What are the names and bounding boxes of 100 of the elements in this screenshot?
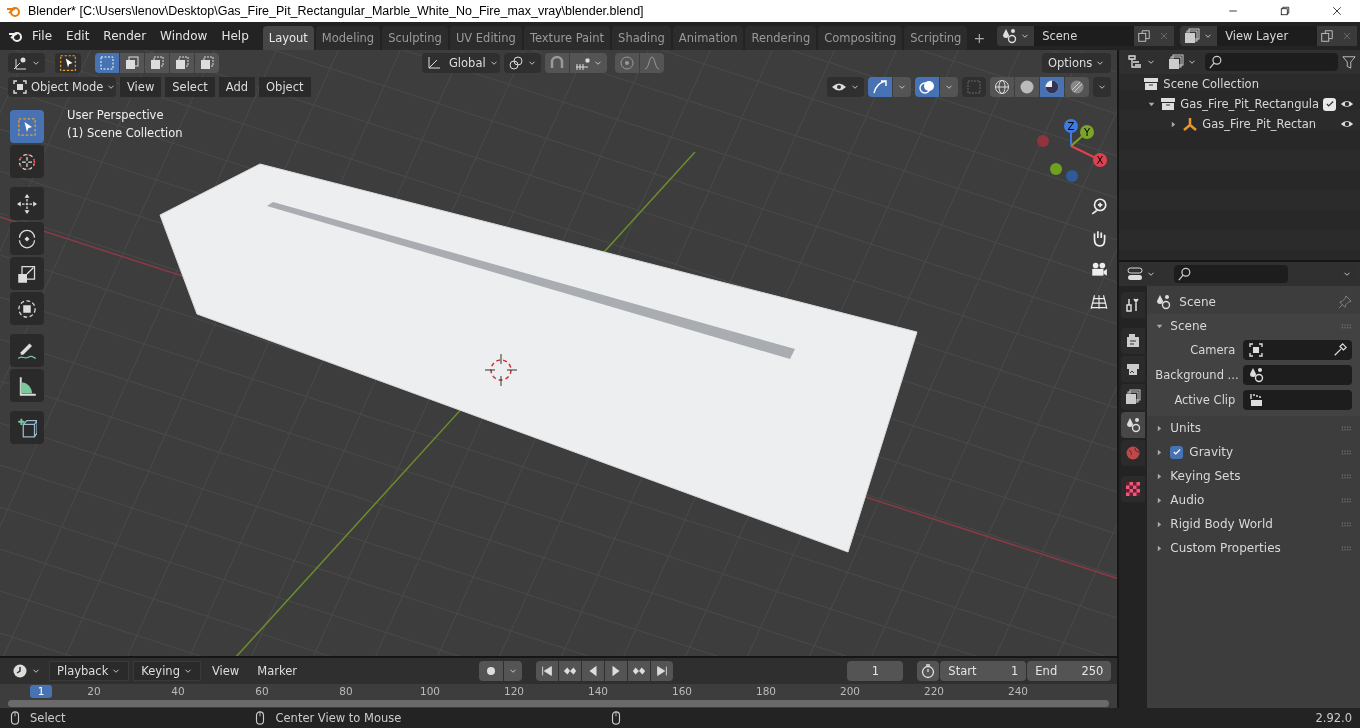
scene-browse-button[interactable]: [997, 26, 1035, 46]
playback-button[interactable]: [535, 661, 558, 681]
overlays-toggle[interactable]: [915, 77, 940, 97]
toolbar-tool[interactable]: [10, 187, 44, 220]
panel-checkbox[interactable]: [1170, 445, 1184, 459]
timeline-menu[interactable]: Marker: [250, 661, 304, 681]
menu-item[interactable]: Edit: [60, 26, 96, 46]
end-frame-field[interactable]: End 250: [1027, 661, 1112, 681]
playback-button[interactable]: [558, 661, 581, 681]
panel-header[interactable]: Custom Properties: [1170, 541, 1334, 555]
viewport-menu[interactable]: Select: [165, 77, 215, 97]
snap-toggle[interactable]: [544, 53, 569, 73]
playback-button[interactable]: [604, 661, 627, 681]
workspace-tab[interactable]: Rendering: [745, 26, 817, 50]
properties-tab[interactable]: [1121, 384, 1146, 410]
timeline-menu[interactable]: View: [204, 661, 247, 681]
toolbar-tool[interactable]: [10, 411, 44, 444]
panel-header[interactable]: Keying Sets: [1170, 469, 1334, 483]
timeline-menu[interactable]: Playback: [49, 661, 130, 681]
select-mode-button[interactable]: [95, 53, 119, 73]
proportional-edit-toggle[interactable]: [614, 53, 639, 73]
outliner-item[interactable]: Gas_Fire_Pit_Rectan: [1202, 117, 1336, 131]
filter-button[interactable]: [1342, 55, 1356, 69]
menu-item[interactable]: Render: [97, 26, 153, 46]
pivot-point-dropdown[interactable]: [503, 53, 541, 73]
delete-view-layer-button[interactable]: [1337, 26, 1358, 46]
timeline-menu[interactable]: Keying: [133, 661, 201, 681]
properties-tab[interactable]: [1121, 292, 1146, 318]
view-layer-selector[interactable]: View Layer: [1180, 26, 1358, 46]
workspace-tab[interactable]: Animation: [672, 26, 744, 50]
new-scene-button[interactable]: [1134, 26, 1155, 46]
shading-mode-button[interactable]: [1040, 77, 1065, 97]
new-view-layer-button[interactable]: [1317, 26, 1338, 46]
scene-selector[interactable]: Scene: [997, 26, 1175, 46]
properties-tab[interactable]: [1121, 476, 1146, 502]
snap-target-dropdown[interactable]: [569, 53, 607, 73]
select-mode-button[interactable]: [120, 53, 144, 73]
scene-name-field[interactable]: Scene: [1034, 26, 1135, 46]
toolbar-tool[interactable]: [10, 292, 44, 325]
horizontal-scrollbar[interactable]: [8, 700, 1110, 707]
view-layer-browse-button[interactable]: [1180, 26, 1218, 46]
menu-item[interactable]: Window: [154, 26, 214, 46]
xray-toggle[interactable]: [962, 77, 987, 97]
panel-header[interactable]: Units: [1170, 421, 1334, 435]
workspace-tab[interactable]: Shading: [612, 26, 671, 50]
property-field[interactable]: [1243, 390, 1352, 410]
menu-item[interactable]: Help: [215, 26, 255, 46]
properties-tab[interactable]: [1121, 328, 1146, 354]
playback-button[interactable]: [650, 661, 673, 681]
panel-header[interactable]: Rigid Body World: [1170, 517, 1334, 531]
outliner-search-field[interactable]: [1205, 53, 1338, 71]
shading-mode-button[interactable]: [1065, 77, 1090, 97]
mode-dropdown[interactable]: Object Mode: [8, 77, 116, 97]
properties-search-field[interactable]: [1174, 265, 1289, 283]
property-field[interactable]: [1243, 340, 1352, 360]
select-mode-button[interactable]: [170, 53, 194, 73]
outliner-item[interactable]: Gas_Fire_Pit_Rectangula: [1180, 97, 1319, 111]
workspace-tab[interactable]: Layout: [262, 26, 314, 50]
shading-mode-button[interactable]: [1015, 77, 1040, 97]
playback-button[interactable]: [627, 661, 650, 681]
options-dropdown[interactable]: Options: [1041, 53, 1112, 73]
properties-tab[interactable]: [1121, 412, 1146, 438]
view-layer-name-field[interactable]: View Layer: [1217, 26, 1318, 46]
viewport-menu[interactable]: Object: [259, 77, 311, 97]
viewport-menu[interactable]: View: [120, 77, 162, 97]
negative-axis-handle[interactable]: [1050, 163, 1062, 175]
editor-type-button[interactable]: [8, 53, 45, 73]
panel-header[interactable]: Gravity: [1189, 445, 1334, 459]
preview-range-toggle[interactable]: [917, 661, 940, 681]
select-mode-button[interactable]: [145, 53, 169, 73]
start-frame-field[interactable]: Start 1: [940, 661, 1027, 681]
workspace-tab[interactable]: Compositing: [818, 26, 903, 50]
playhead-frame-label[interactable]: 1: [30, 684, 52, 698]
delete-scene-button[interactable]: [1154, 26, 1175, 46]
panel-header[interactable]: Audio: [1170, 493, 1334, 507]
toolbar-tool[interactable]: [10, 145, 44, 178]
workspace-tab[interactable]: Texture Paint: [523, 26, 611, 50]
toolbar-tool[interactable]: [10, 334, 44, 367]
select-mode-button[interactable]: [195, 53, 219, 73]
current-frame-field[interactable]: 1: [847, 661, 904, 681]
add-workspace-button[interactable]: +: [969, 26, 990, 50]
workspace-tab[interactable]: Sculpting: [382, 26, 448, 50]
negative-axis-handle[interactable]: [1066, 170, 1078, 182]
viewport-menu[interactable]: Add: [218, 77, 256, 97]
record-button[interactable]: [478, 661, 503, 681]
outliner-item[interactable]: Scene Collection: [1163, 77, 1360, 91]
negative-axis-handle[interactable]: [1037, 135, 1049, 147]
properties-tab[interactable]: [1121, 356, 1146, 382]
axis-gizmo-handle[interactable]: X: [1070, 145, 1107, 167]
select-tool-button[interactable]: [55, 53, 81, 73]
shading-mode-button[interactable]: [990, 77, 1015, 97]
workspace-tab[interactable]: Modeling: [315, 26, 381, 50]
toolbar-tool[interactable]: [10, 257, 44, 290]
exclude-checkbox[interactable]: [1323, 97, 1336, 111]
workspace-tab[interactable]: UV Editing: [449, 26, 522, 50]
gizmo-toggle[interactable]: [868, 77, 893, 97]
menu-item[interactable]: File: [26, 26, 59, 46]
toolbar-tool[interactable]: [10, 222, 44, 255]
workspace-tab[interactable]: Scripting: [904, 26, 968, 50]
playback-button[interactable]: [581, 661, 604, 681]
